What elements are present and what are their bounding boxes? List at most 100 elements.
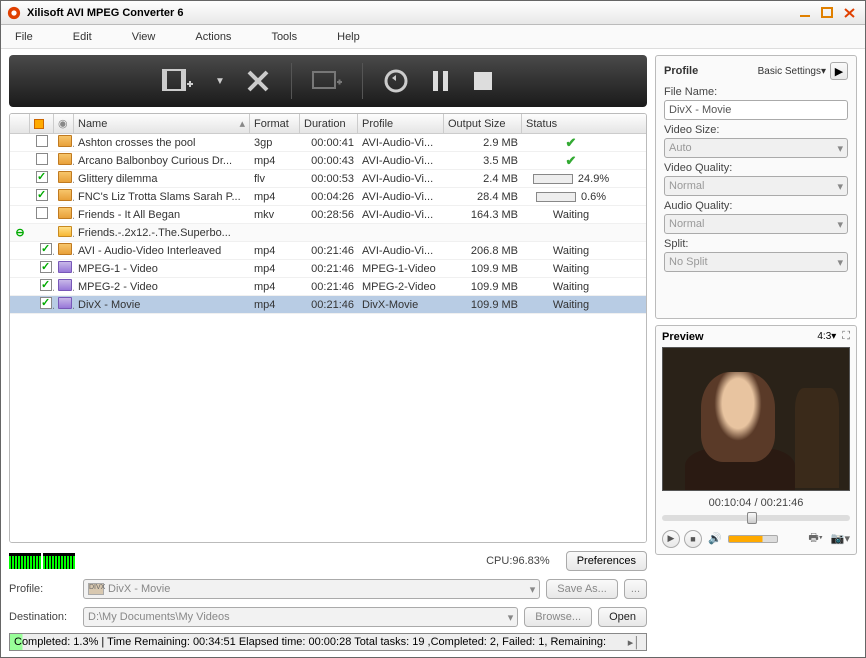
row-status: Waiting [522, 244, 620, 258]
profile-combo[interactable]: DIVXDivX - Movie [83, 579, 540, 599]
row-checkbox[interactable] [30, 260, 54, 277]
col-type-icon[interactable]: ◉ [54, 114, 74, 133]
row-status: Waiting [522, 208, 620, 222]
row-checkbox[interactable] [30, 296, 54, 313]
col-profile[interactable]: Profile [358, 114, 444, 133]
open-button[interactable]: Open [598, 607, 647, 627]
add-profile-button[interactable] [310, 66, 344, 96]
aspect-ratio-select[interactable]: 4:3▾ [817, 331, 836, 342]
play-button[interactable]: ▶ [662, 530, 680, 548]
expand-icon[interactable] [10, 268, 30, 270]
preferences-button[interactable]: Preferences [566, 551, 647, 571]
pause-button[interactable] [429, 67, 453, 95]
row-checkbox[interactable] [30, 242, 54, 259]
col-status[interactable]: Status [522, 114, 620, 133]
menu-help[interactable]: Help [337, 31, 360, 43]
row-checkbox[interactable] [30, 232, 54, 234]
row-name: DivX - Movie [74, 298, 250, 312]
expand-icon[interactable] [10, 160, 30, 162]
col-output-size[interactable]: Output Size [444, 114, 522, 133]
add-dropdown-icon[interactable]: ▼ [215, 76, 225, 87]
row-checkbox[interactable] [30, 206, 54, 223]
col-duration[interactable]: Duration [300, 114, 358, 133]
expand-icon[interactable] [10, 214, 30, 216]
browse-button[interactable]: Browse... [524, 607, 592, 627]
split-select[interactable]: No Split [664, 252, 848, 272]
row-checkbox[interactable] [30, 170, 54, 187]
filename-input[interactable]: DivX - Movie [664, 100, 848, 120]
audioquality-select[interactable]: Normal [664, 214, 848, 234]
preview-video[interactable] [662, 347, 850, 491]
menu-file[interactable]: File [15, 31, 33, 43]
table-row[interactable]: DivX - Moviemp400:21:46DivX-Movie109.9 M… [10, 296, 646, 314]
snapshot-folder-icon[interactable]: 🖶▾ [808, 529, 822, 548]
stop-playback-button[interactable]: ■ [684, 530, 702, 548]
row-checkbox[interactable] [30, 278, 54, 295]
add-file-button[interactable] [161, 66, 197, 96]
videosize-label: Video Size: [664, 124, 848, 136]
expand-icon[interactable] [10, 250, 30, 252]
expand-icon[interactable] [10, 196, 30, 198]
maximize-button[interactable] [819, 5, 837, 21]
volume-slider[interactable] [728, 535, 778, 543]
row-checkbox[interactable] [30, 188, 54, 205]
menu-actions[interactable]: Actions [195, 31, 231, 43]
reload-button[interactable] [381, 66, 411, 96]
menu-view[interactable]: View [132, 31, 156, 43]
videosize-select[interactable]: Auto [664, 138, 848, 158]
minimize-button[interactable] [797, 5, 815, 21]
row-output-size: 2.4 MB [444, 172, 522, 186]
row-name: MPEG-2 - Video [74, 280, 250, 294]
remove-button[interactable] [243, 66, 273, 96]
profile-panel: Profile Basic Settings▾ ▶ File Name: Div… [655, 55, 857, 319]
expand-icon[interactable] [10, 286, 30, 288]
menu-tools[interactable]: Tools [271, 31, 297, 43]
file-icon [54, 170, 74, 187]
basic-settings-link[interactable]: Basic Settings▾ [758, 66, 826, 77]
cpu-graph [9, 553, 75, 569]
table-row[interactable]: Glittery dilemmaflv00:00:53AVI-Audio-Vi.… [10, 170, 646, 188]
table-header: ◉ Name▴ Format Duration Profile Output S… [10, 114, 646, 134]
col-name[interactable]: Name▴ [74, 114, 250, 133]
expand-icon[interactable]: ⊖ [10, 225, 30, 240]
row-checkbox[interactable] [30, 152, 54, 169]
file-icon [54, 134, 74, 151]
table-row[interactable]: AVI - Audio-Video Interleavedmp400:21:46… [10, 242, 646, 260]
videoquality-select[interactable]: Normal [664, 176, 848, 196]
table-row[interactable]: ⊖Friends.-.2x12.-.The.Superbo... [10, 224, 646, 242]
profile-panel-expand-icon[interactable]: ▶ [830, 62, 848, 80]
expand-icon[interactable] [10, 142, 30, 144]
file-icon [54, 260, 74, 277]
save-as-button[interactable]: Save As... [546, 579, 618, 599]
expand-icon[interactable] [10, 304, 30, 306]
expand-icon[interactable] [10, 178, 30, 180]
row-format: mp4 [250, 244, 300, 258]
snapshot-icon[interactable]: 📷▾ [831, 532, 850, 545]
table-row[interactable]: Arcano Balbonboy Curious Dr...mp400:00:4… [10, 152, 646, 170]
fullscreen-icon[interactable]: ⛶ [842, 330, 850, 343]
row-checkbox[interactable] [30, 134, 54, 151]
stop-button[interactable] [471, 69, 495, 93]
col-format[interactable]: Format [250, 114, 300, 133]
table-row[interactable]: FNC's Liz Trotta Slams Sarah P...mp400:0… [10, 188, 646, 206]
destination-combo[interactable]: D:\My Documents\My Videos [83, 607, 518, 627]
table-row[interactable]: MPEG-1 - Videomp400:21:46MPEG-1-Video109… [10, 260, 646, 278]
col-expand[interactable] [10, 114, 30, 133]
save-as-more-button[interactable]: ... [624, 579, 647, 599]
menu-edit[interactable]: Edit [73, 31, 92, 43]
table-row[interactable]: MPEG-2 - Videomp400:21:46MPEG-2-Video109… [10, 278, 646, 296]
col-check[interactable] [30, 114, 54, 133]
volume-icon[interactable]: 🔊 [708, 532, 722, 545]
toolbar-separator [362, 63, 363, 99]
file-icon [54, 152, 74, 169]
row-profile: AVI-Audio-Vi... [358, 172, 444, 186]
table-row[interactable]: Friends - It All Beganmkv00:28:56AVI-Aud… [10, 206, 646, 224]
table-row[interactable]: Ashton crosses the pool3gp00:00:41AVI-Au… [10, 134, 646, 152]
seek-slider[interactable] [662, 515, 850, 521]
row-profile: MPEG-2-Video [358, 280, 444, 294]
row-format: 3gp [250, 136, 300, 150]
row-name: FNC's Liz Trotta Slams Sarah P... [74, 190, 250, 204]
close-button[interactable] [841, 5, 859, 21]
status-scroll-icon[interactable]: ▸│ [626, 636, 642, 649]
row-status: 0.6% [522, 190, 620, 204]
